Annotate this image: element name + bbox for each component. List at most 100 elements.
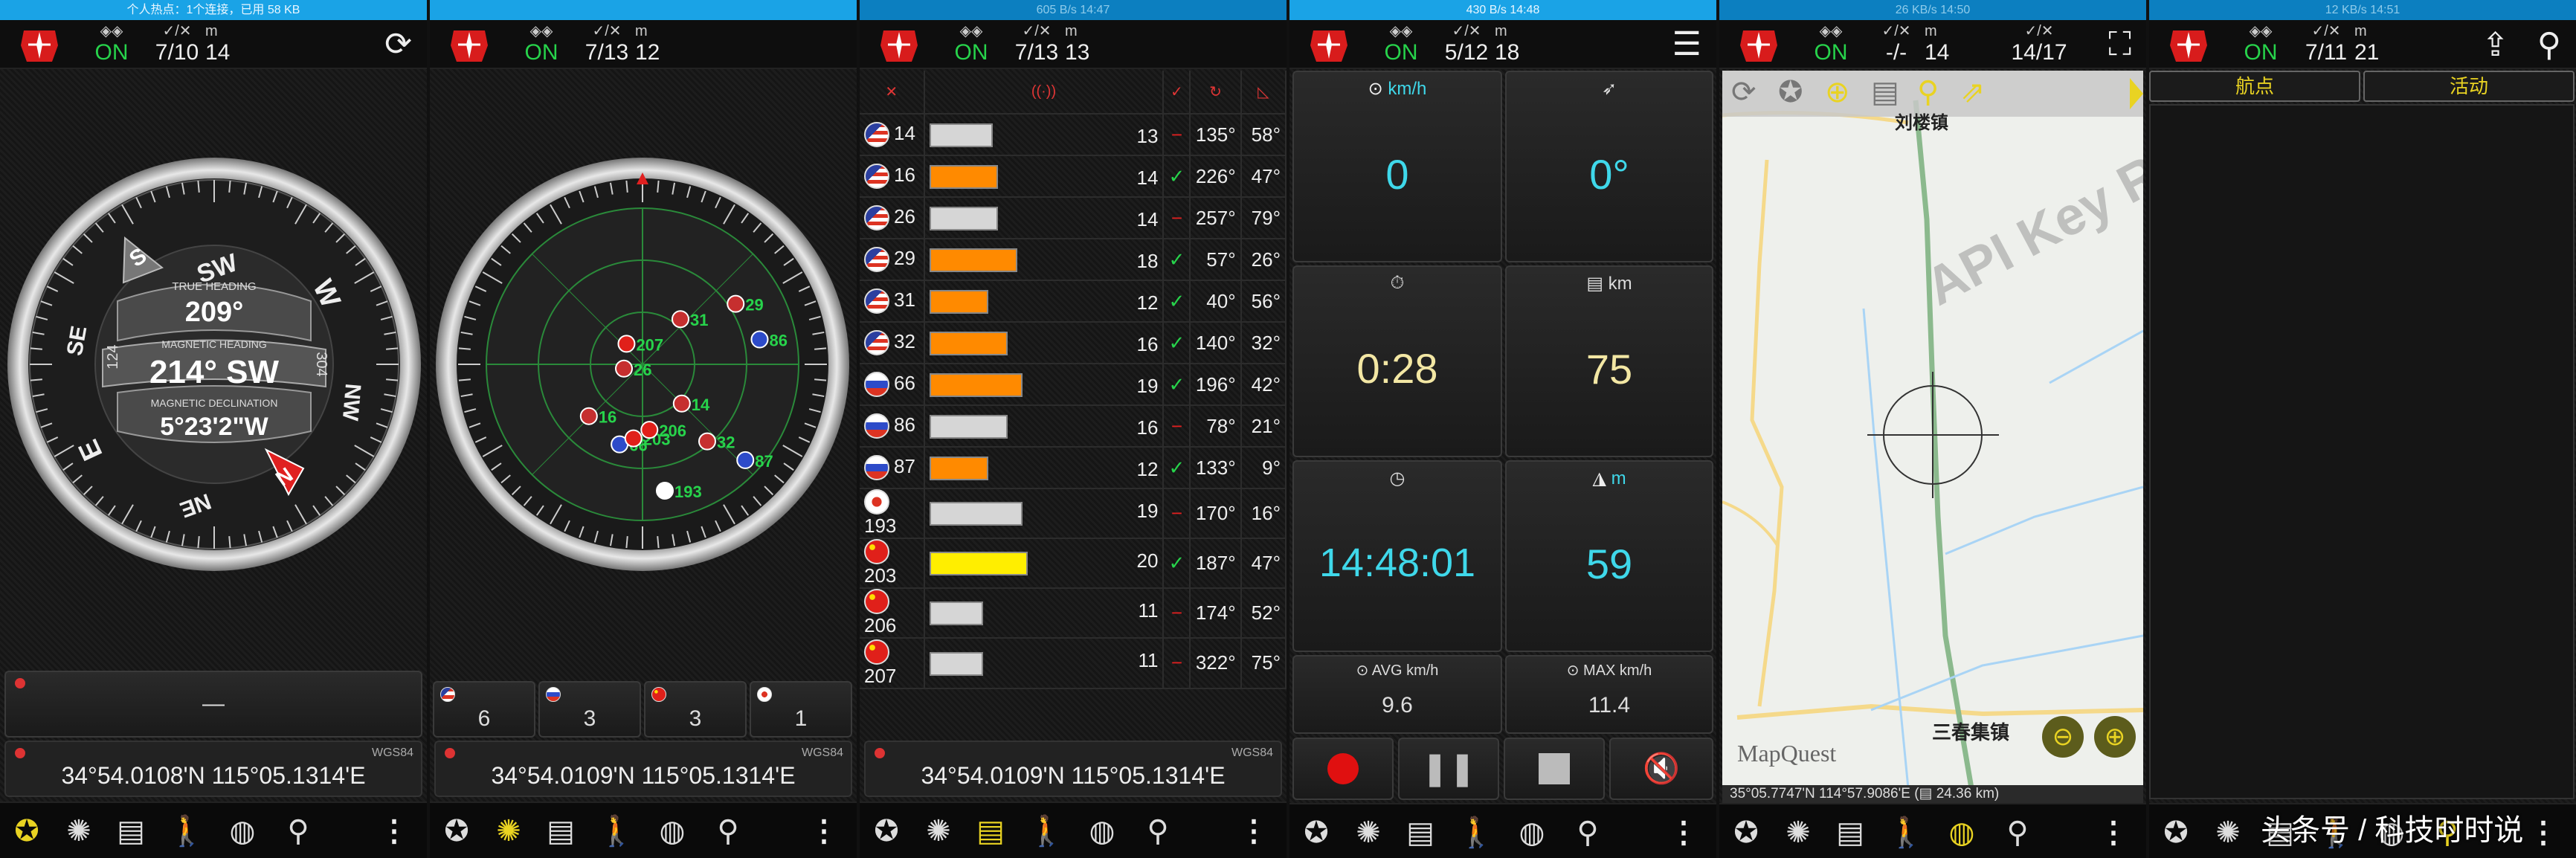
walk-icon[interactable]: 🚶 (597, 812, 636, 851)
table-row[interactable]: 206 11−174° 52° (860, 588, 1287, 639)
signal-list-icon[interactable]: ▤ (112, 812, 150, 851)
table-row[interactable]: 32 16 ✓ 140° 32° (860, 322, 1287, 364)
table-row[interactable]: 203 20 ✓ 187° 47° (860, 538, 1287, 590)
table-row[interactable]: 29 18 ✓ 57° 26° (860, 239, 1287, 281)
share-icon[interactable]: ⇗ (1960, 75, 1986, 109)
flag-icon (864, 205, 889, 231)
map-status-bar: 35°05.7747'N 114°57.9086'E (▤ 24.36 km) (1722, 785, 2143, 803)
signal-list-icon[interactable]: ▤ (1831, 813, 1870, 852)
satellite-icon: ✓/✕ (592, 23, 622, 39)
heading-card[interactable]: ➶ 0° (1505, 71, 1713, 262)
signal-strength: 14 (1136, 208, 1159, 230)
compass-lock-icon[interactable]: ✪ (1778, 75, 1803, 109)
table-row[interactable]: 193 19−170° 16° (860, 488, 1287, 540)
compass-icon[interactable]: ✪ (1727, 813, 1765, 852)
elevation-cell: 9° (1240, 447, 1287, 489)
table-row[interactable]: 207 11−322° 75° (860, 638, 1287, 689)
signal-list-icon[interactable]: ▤ (971, 812, 1010, 851)
record-button[interactable] (1292, 738, 1394, 800)
sky-view-icon[interactable]: ✺ (1779, 813, 1817, 852)
speed-card[interactable]: ⊙ km/h 0 (1292, 71, 1502, 262)
fullscreen-icon[interactable]: ⛶ (2108, 26, 2131, 63)
table-row[interactable]: 16 14 ✓ 226° 47° (860, 155, 1287, 198)
app-logo-icon[interactable] (878, 25, 921, 65)
compass-icon[interactable]: ✪ (1297, 813, 1336, 852)
globe-icon[interactable]: ◍ (1942, 813, 1981, 852)
zoom-out-button[interactable]: ⊖ (2042, 716, 2084, 758)
app-logo-icon[interactable] (1307, 25, 1350, 65)
app-logo-icon[interactable] (448, 25, 491, 65)
table-row[interactable]: 86 16−78° 21° (860, 405, 1287, 448)
map-view[interactable]: ⟳ ✪ ⊕ ▤ ⚲ ⇗ 刘楼镇 三春集镇 API Key Re MapQuest… (1722, 71, 2143, 788)
avg-speed-card[interactable]: ⊙ AVG km/h 9.6 (1292, 655, 1502, 734)
compass-icon[interactable]: ✪ (2157, 813, 2195, 852)
list-menu-icon[interactable]: ☰ (1672, 26, 1701, 63)
sky-view-icon[interactable]: ✺ (1349, 813, 1388, 852)
satellite-id: 32 (894, 329, 915, 352)
gps-status: ◈◈ ON (504, 23, 579, 66)
compass-icon[interactable]: ✪ (867, 812, 906, 851)
distance-card[interactable]: ▤ km 75 (1505, 265, 1713, 457)
map-pin-icon[interactable]: ⚲ (1998, 813, 2037, 852)
layers-icon[interactable]: ▤ (1871, 75, 1899, 109)
gps-icon: ◈◈ (529, 23, 553, 39)
map-pin-icon[interactable]: ⚲ (709, 812, 747, 851)
tab-waypoints[interactable]: 航点 (2149, 71, 2360, 102)
menu-icon[interactable]: ⋮ (2528, 815, 2558, 851)
table-row[interactable]: 31 12 ✓ 40° 56° (860, 280, 1287, 323)
flag-icon (864, 330, 889, 356)
altitude-card[interactable]: ◮ m 59 (1505, 460, 1713, 652)
add-location-icon[interactable]: ⚲ (2537, 26, 2561, 64)
sky-view-icon[interactable]: ✺ (919, 812, 958, 851)
elevation-cell: 56° (1240, 280, 1287, 323)
add-waypoint-icon[interactable]: ⚲ (1917, 75, 1939, 109)
duration-card[interactable]: ⏱ 0:28 (1292, 265, 1502, 457)
compass-icon[interactable]: ✪ (437, 812, 476, 851)
sky-view-icon[interactable]: ✺ (489, 812, 528, 851)
menu-icon[interactable]: ⋮ (2099, 815, 2128, 851)
menu-icon[interactable]: ⋮ (1669, 815, 1698, 851)
waypoint-list[interactable] (2149, 104, 2575, 799)
zoom-in-button[interactable]: ⊕ (2094, 716, 2136, 758)
app-logo-icon[interactable] (18, 25, 61, 65)
walk-icon[interactable]: 🚶 (1027, 812, 1066, 851)
clock-card[interactable]: ◷ 14:48:01 (1292, 460, 1502, 652)
town-label: 三春集镇 (1932, 721, 2010, 744)
map-pin-icon[interactable]: ⚲ (1139, 812, 1177, 851)
globe-icon[interactable]: ◍ (1513, 813, 1551, 852)
stop-button[interactable] (1504, 738, 1605, 800)
upload-icon[interactable]: ⇪ (2482, 26, 2509, 64)
table-row[interactable]: 14 13−135° 58° (860, 114, 1287, 156)
globe-icon[interactable]: ◍ (1083, 812, 1121, 851)
walk-icon[interactable]: 🚶 (1457, 813, 1495, 852)
sky-view-icon[interactable]: ✺ (2209, 813, 2247, 852)
table-row[interactable]: 66 19 ✓ 196° 42° (860, 364, 1287, 406)
map-pin-icon[interactable]: ⚲ (279, 812, 318, 851)
datum-label: WGS84 (801, 746, 843, 759)
walk-icon[interactable]: 🚶 (167, 812, 206, 851)
menu-icon[interactable]: ⋮ (809, 813, 839, 849)
signal-list-icon[interactable]: ▤ (541, 812, 580, 851)
table-row[interactable]: 26 14−257° 79° (860, 197, 1287, 239)
table-row[interactable]: 87 12 ✓ 133° 9° (860, 447, 1287, 489)
globe-icon[interactable]: ◍ (653, 812, 692, 851)
max-speed-card[interactable]: ⊙ MAX km/h 11.4 (1505, 655, 1713, 734)
center-location-icon[interactable]: ⊕ (1825, 75, 1850, 109)
globe-icon[interactable]: ◍ (223, 812, 262, 851)
menu-icon[interactable]: ⋮ (379, 813, 409, 849)
sky-view-icon[interactable]: ✺ (59, 812, 98, 851)
menu-icon[interactable]: ⋮ (1239, 813, 1269, 849)
app-logo-icon[interactable] (2167, 25, 2210, 65)
app-logo-icon[interactable] (1737, 25, 1780, 65)
map-pin-icon[interactable]: ⚲ (1568, 813, 1607, 852)
walk-icon[interactable]: 🚶 (1887, 813, 1925, 852)
signal-list-icon[interactable]: ▤ (1401, 813, 1440, 852)
mute-button[interactable]: 🔇 (1609, 738, 1713, 800)
compass-icon[interactable]: ✪ (7, 812, 46, 851)
tab-activities[interactable]: 活动 (2363, 71, 2575, 102)
satellite-id-cell: 16 (860, 155, 925, 198)
refresh-map-icon[interactable]: ⟳ (1731, 75, 1756, 109)
pause-button[interactable]: ❚❚ (1398, 738, 1499, 800)
refresh-icon[interactable]: ⟳ (384, 26, 412, 63)
target-card[interactable]: — (4, 671, 422, 738)
